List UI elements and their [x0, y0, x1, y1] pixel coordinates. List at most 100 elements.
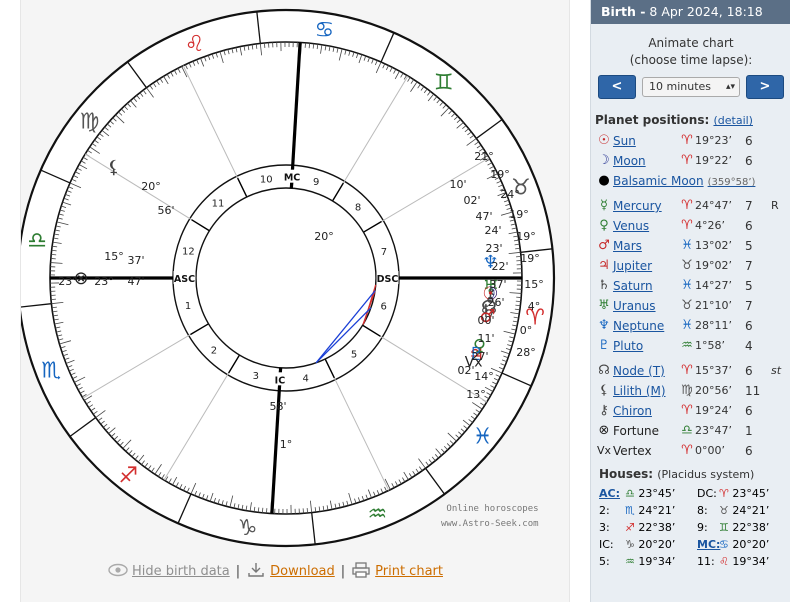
house-cusp-value: ♉ 24°21’	[719, 504, 770, 517]
planet-glyph-icon: ⚸	[599, 383, 609, 398]
planet-glyph-icon: ♅	[598, 298, 610, 313]
position-label: 19°	[516, 230, 536, 243]
planet-glyph-icon: ⊗	[598, 423, 610, 438]
zodiac-sign-icon: ♎	[625, 487, 635, 500]
planet-name-link[interactable]: Uranus	[613, 296, 656, 316]
houses-header: Houses: (Placidus system)	[599, 467, 790, 481]
position-label: 15°	[524, 278, 544, 291]
planet-name-link[interactable]: Lilith (M)	[613, 381, 666, 401]
lilith-icon: ⚸	[107, 157, 120, 178]
planet-row: ⚷ Chiron ♈ 19°24’ 6	[595, 401, 790, 421]
position-label: 19°	[520, 252, 540, 265]
position-label: 13°	[466, 388, 486, 401]
position-label: 26'	[487, 296, 504, 309]
sidebar: Birth - 8 Apr 2024, 18:18 Animate chart …	[590, 0, 790, 602]
house-cusp-value: ♒ 19°34’	[625, 555, 676, 568]
zodiac-sign-icon: ♈	[719, 487, 729, 500]
degree-tick	[308, 43, 311, 49]
zodiac-sign-icon: ♒	[367, 502, 387, 527]
midheaven-label: MC	[284, 173, 300, 184]
planet-row: ♀ Venus ♈ 4°26’ 6	[595, 216, 790, 236]
planet-house: 5	[745, 239, 753, 253]
house-cusp-value: ♈ 23°45’	[719, 487, 770, 500]
zodiac-sign-icon: ♎	[27, 229, 47, 254]
house-row: 5: ♒ 19°34’ 11: ♌ 19°34’	[599, 553, 790, 570]
planet-degree: 14°27’	[695, 279, 732, 292]
zodiac-sign-icon: ♐	[625, 521, 635, 534]
house-row: AC: ♎ 23°45’ DC: ♈ 23°45’	[599, 485, 790, 502]
planet-degree: 19°22’	[695, 154, 732, 167]
moon-phase-degree: (359°58’)	[707, 177, 756, 188]
planet-name-link[interactable]: Neptune	[613, 316, 664, 336]
planet-glyph-icon: ♂	[598, 238, 610, 253]
planet-name-link[interactable]: Mars	[613, 236, 642, 256]
planet-name-link: Fortune	[613, 424, 660, 438]
house-row: 3: ♐ 22°38’ 9: ♊ 22°38’	[599, 519, 790, 536]
planet-house: 11	[745, 384, 761, 398]
position-label: 58'	[269, 400, 286, 413]
birth-header: Birth - 8 Apr 2024, 18:18	[591, 0, 790, 24]
planet-glyph-icon: ♄	[598, 278, 610, 293]
planet-name-link[interactable]: Jupiter	[613, 256, 652, 276]
birth-date: 8 Apr 2024, 18:18	[649, 4, 763, 19]
next-button[interactable]: >	[746, 75, 784, 99]
planet-name-link[interactable]: Mercury	[613, 196, 662, 216]
planet-glyph-icon: ●	[598, 173, 610, 188]
zodiac-sign-icon: ♑	[238, 516, 258, 541]
previous-button[interactable]: <	[598, 75, 636, 99]
house-cusp-value: ♏ 24°21’	[625, 504, 676, 517]
planet-name-link[interactable]: Chiron	[613, 401, 652, 421]
time-lapse-select[interactable]: 10 minutes ▴▾	[642, 77, 740, 97]
position-label: 4°	[528, 300, 541, 313]
planet-name-link[interactable]: Sun	[613, 131, 636, 151]
imum-coeli-label: IC	[275, 375, 286, 386]
planet-name-link[interactable]: Moon	[613, 151, 646, 171]
house-number: 10	[260, 174, 273, 185]
descendant-label: DSC	[377, 274, 399, 285]
planet-row: ♄ Saturn ♓ 14°27’ 5	[595, 276, 790, 296]
planet-name-link[interactable]: Saturn	[613, 276, 653, 296]
planet-list: ☉ Sun ♈ 19°23’ 6 ☽ Moon ♈ 19°22’ 6 ● Balsamic Moon(…	[595, 131, 790, 461]
house-cusp-label[interactable]: MC:	[697, 536, 720, 553]
planet-name-link[interactable]: Venus	[613, 216, 649, 236]
planet-house: 4	[745, 339, 753, 353]
house-number: 5	[351, 349, 357, 360]
house-list: AC: ♎ 23°45’ DC: ♈ 23°45’ 2: ♏ 24°21’ 8: ♉ 24°2…	[599, 485, 790, 570]
position-label: 22'	[491, 260, 508, 273]
zodiac-sign-icon: ♈	[681, 218, 693, 233]
house-cusp-value: ♋ 20°20’	[719, 538, 770, 551]
planet-house: 6	[745, 219, 753, 233]
position-label: 56'	[157, 204, 174, 217]
planet-row: ☿ Mercury ♈ 24°47’ 7 R	[595, 196, 790, 216]
planet-degree: 15°37’	[695, 364, 732, 377]
house-number: 3	[253, 371, 259, 382]
position-label: 14°	[474, 370, 494, 383]
degree-tick	[51, 253, 57, 256]
planet-name-link[interactable]: Node (T)	[613, 361, 665, 381]
planet-name-link[interactable]: Pluto	[613, 336, 643, 356]
planet-row: ● Balsamic Moon (359°58’)	[595, 171, 790, 191]
animate-section: Animate chart (choose time lapse):	[591, 35, 790, 69]
position-label: 02'	[457, 364, 474, 377]
planet-glyph-icon: ♇	[598, 338, 610, 353]
house-cusp-label: 2:	[599, 504, 610, 517]
house-number: 8	[355, 203, 361, 214]
house-number: 9	[313, 177, 319, 188]
house-number: 4	[303, 374, 309, 385]
chart-actions: Hide birth data | Download | Print chart	[108, 562, 443, 579]
position-label: 27'	[471, 350, 488, 363]
planet-name-link[interactable]: Balsamic Moon (359°58’)	[613, 171, 755, 193]
print-chart-link[interactable]: Print chart	[375, 564, 443, 579]
position-label: 24°	[500, 188, 520, 201]
zodiac-sign-icon: ♏	[41, 358, 61, 383]
zodiac-sign-icon: ♓	[681, 318, 693, 333]
download-link[interactable]: Download	[270, 564, 335, 579]
house-number: 11	[212, 199, 225, 210]
house-number: 1	[185, 301, 191, 312]
planet-name-link: Vertex	[613, 444, 652, 458]
detail-link[interactable]: (detail)	[713, 114, 753, 127]
position-label: 47'	[475, 210, 492, 223]
position-label: 20°	[141, 180, 161, 193]
hide-birth-data-link[interactable]: Hide birth data	[132, 564, 230, 579]
house-cusp-label[interactable]: AC:	[599, 485, 620, 502]
